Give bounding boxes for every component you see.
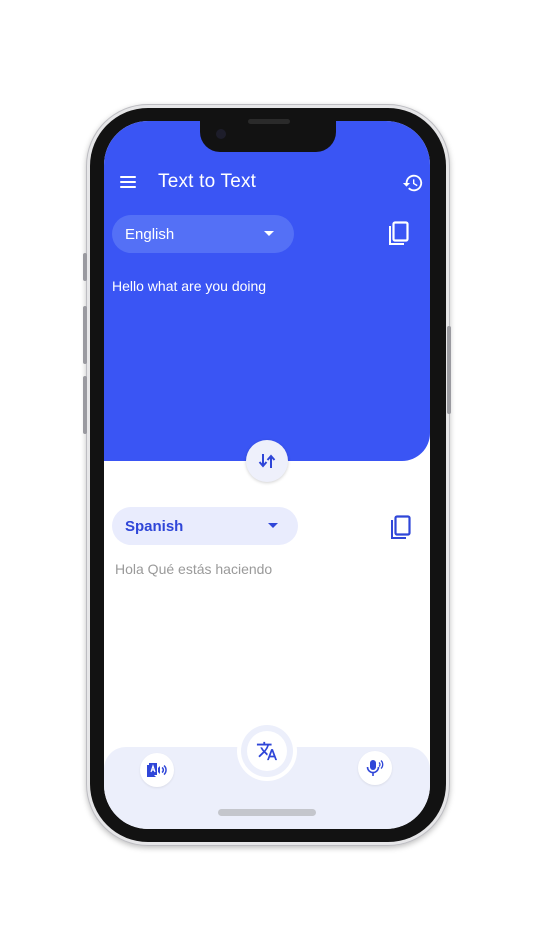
swap-languages-button[interactable] — [246, 440, 288, 482]
text-to-speech-button[interactable] — [140, 753, 174, 787]
app-screen: Text to Text English Hello what are you … — [104, 121, 430, 829]
menu-icon[interactable] — [118, 171, 140, 193]
front-camera — [216, 129, 226, 139]
notch — [200, 119, 336, 152]
chevron-down-icon — [264, 231, 274, 236]
translate-button[interactable] — [241, 725, 293, 777]
source-language-label: English — [125, 225, 175, 243]
source-panel: Text to Text English Hello what are you … — [104, 121, 430, 461]
chevron-down-icon — [268, 523, 278, 528]
voice-input-button[interactable] — [358, 751, 392, 785]
phone-power-button — [447, 326, 451, 414]
translate-icon — [256, 741, 278, 761]
translate-button-inner — [247, 731, 287, 771]
app-bar: Text to Text — [104, 165, 430, 199]
source-language-dropdown[interactable]: English — [112, 215, 294, 253]
phone-mute-switch — [83, 253, 87, 281]
swap-vertical-icon — [258, 454, 276, 468]
speaker — [248, 119, 290, 124]
page-title: Text to Text — [158, 171, 257, 192]
text-to-speech-icon — [147, 763, 167, 777]
translated-text: Hola Qué estás haciendo — [115, 561, 273, 577]
target-language-dropdown[interactable]: Spanish — [112, 507, 298, 545]
phone-volume-down — [83, 376, 87, 434]
history-icon[interactable] — [402, 172, 424, 194]
home-indicator[interactable] — [218, 809, 316, 816]
source-text[interactable]: Hello what are you doing — [112, 278, 266, 294]
copy-icon[interactable] — [386, 221, 410, 247]
target-language-label: Spanish — [125, 517, 184, 535]
phone-volume-up — [83, 306, 87, 364]
voice-input-icon — [366, 760, 384, 776]
copy-icon[interactable] — [388, 515, 412, 541]
